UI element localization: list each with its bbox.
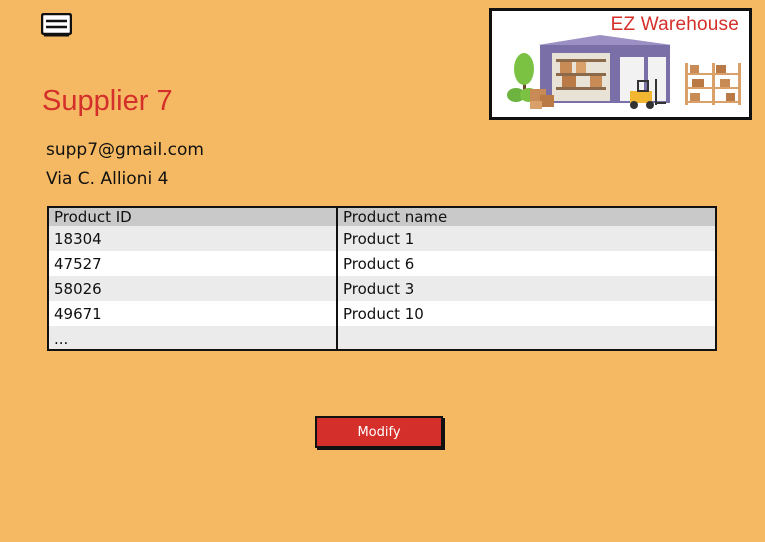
product-id-cell: 58026	[49, 276, 338, 301]
product-id-cell: ...	[49, 326, 338, 349]
table-row[interactable]: 18304 Product 1	[49, 226, 715, 251]
table-row[interactable]: 58026 Product 3	[49, 276, 715, 301]
brand-logo: EZ Warehouse	[489, 8, 752, 120]
column-header-product-name: Product name	[337, 208, 715, 226]
product-name-cell: Product 3	[337, 276, 715, 301]
menu-icon[interactable]	[40, 12, 73, 38]
table-header-row: Product ID Product name	[49, 208, 715, 226]
product-name-cell: Product 10	[337, 301, 715, 326]
table-row-ellipsis: ...	[49, 326, 715, 349]
column-header-product-id: Product ID	[49, 208, 338, 226]
supplier-address: Via C. Allioni 4	[46, 169, 169, 189]
product-name-cell: Product 6	[337, 251, 715, 276]
product-id-cell: 49671	[49, 301, 338, 326]
modify-button[interactable]: Modify	[315, 416, 443, 448]
products-table: Product ID Product name 18304 Product 1 …	[47, 206, 717, 351]
product-id-cell: 18304	[49, 226, 338, 251]
supplier-email: supp7@gmail.com	[46, 140, 204, 160]
warehouse-illustration-icon	[507, 35, 741, 109]
table-row[interactable]: 47527 Product 6	[49, 251, 715, 276]
product-id-cell: 47527	[49, 251, 338, 276]
product-name-cell: Product 1	[337, 226, 715, 251]
table-row[interactable]: 49671 Product 10	[49, 301, 715, 326]
product-name-cell	[337, 326, 715, 349]
supplier-name: Supplier 7	[42, 85, 173, 117]
